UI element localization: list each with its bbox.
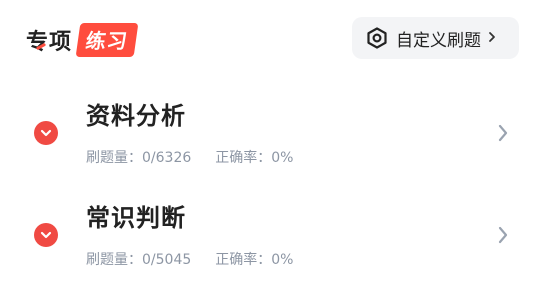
expand-toggle-icon[interactable] [34,121,58,145]
chevron-right-icon [487,29,497,48]
accuracy-rate: 正确率：0% [215,150,294,166]
settings-hexagon-icon [366,27,388,49]
chevron-right-icon[interactable] [496,123,510,143]
question-count: 刷题量：0/6326 [86,150,192,166]
category-row-data-analysis[interactable]: 资料分析 刷题量：0/6326 正确率：0% [0,82,550,182]
title-badge: 练习 [75,23,139,57]
expand-toggle-icon[interactable] [34,223,58,247]
custom-practice-label: 自定义刷题 [396,30,481,51]
question-count: 刷题量：0/5045 [86,252,192,268]
category-title: 常识判断 [86,204,186,232]
category-row-general-knowledge[interactable]: 常识判断 刷题量：0/5045 正确率：0% [0,184,550,284]
custom-practice-button[interactable]: 自定义刷题 [352,17,519,59]
category-title: 资料分析 [86,102,186,130]
title-text: 专项 [26,30,73,55]
chevron-right-icon[interactable] [496,225,510,245]
page-title: 专项 练习 [26,22,139,58]
accuracy-rate: 正确率：0% [215,252,294,268]
category-stats: 刷题量：0/6326 正确率：0% [86,147,293,167]
category-stats: 刷题量：0/5045 正确率：0% [86,249,293,269]
